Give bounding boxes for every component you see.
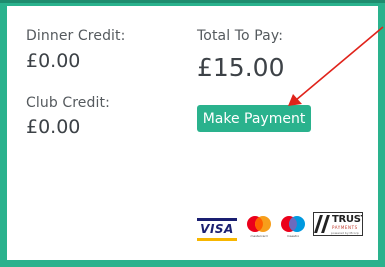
trust-slash-icon: [314, 215, 330, 233]
maestro-logo: maestro: [278, 214, 308, 238]
dinner-credit-amount: £0.00: [26, 50, 81, 72]
maestro-caption: maestro: [286, 234, 300, 238]
club-credit-label: Club Credit:: [26, 95, 110, 111]
make-payment-button[interactable]: Make Payment: [197, 105, 311, 132]
mastercard-caption: mastercard: [250, 234, 268, 238]
visa-logo: VISA: [197, 218, 237, 241]
total-to-pay-label: Total To Pay:: [197, 28, 284, 44]
mastercard-logo: mastercard: [244, 214, 274, 238]
trust-logo-footer: powered by Mcorp: [331, 231, 359, 235]
trust-logo-text: TRUST: [332, 214, 362, 225]
club-credit-amount: £0.00: [26, 116, 81, 138]
trust-logo-subtext: PAYMENTS: [332, 225, 358, 230]
dinner-credit-label: Dinner Credit:: [26, 28, 126, 44]
top-border: [0, 0, 385, 3]
trust-payments-logo: TRUST PAYMENTS powered by Mcorp: [313, 212, 363, 236]
total-to-pay-amount: £15.00: [197, 53, 285, 82]
